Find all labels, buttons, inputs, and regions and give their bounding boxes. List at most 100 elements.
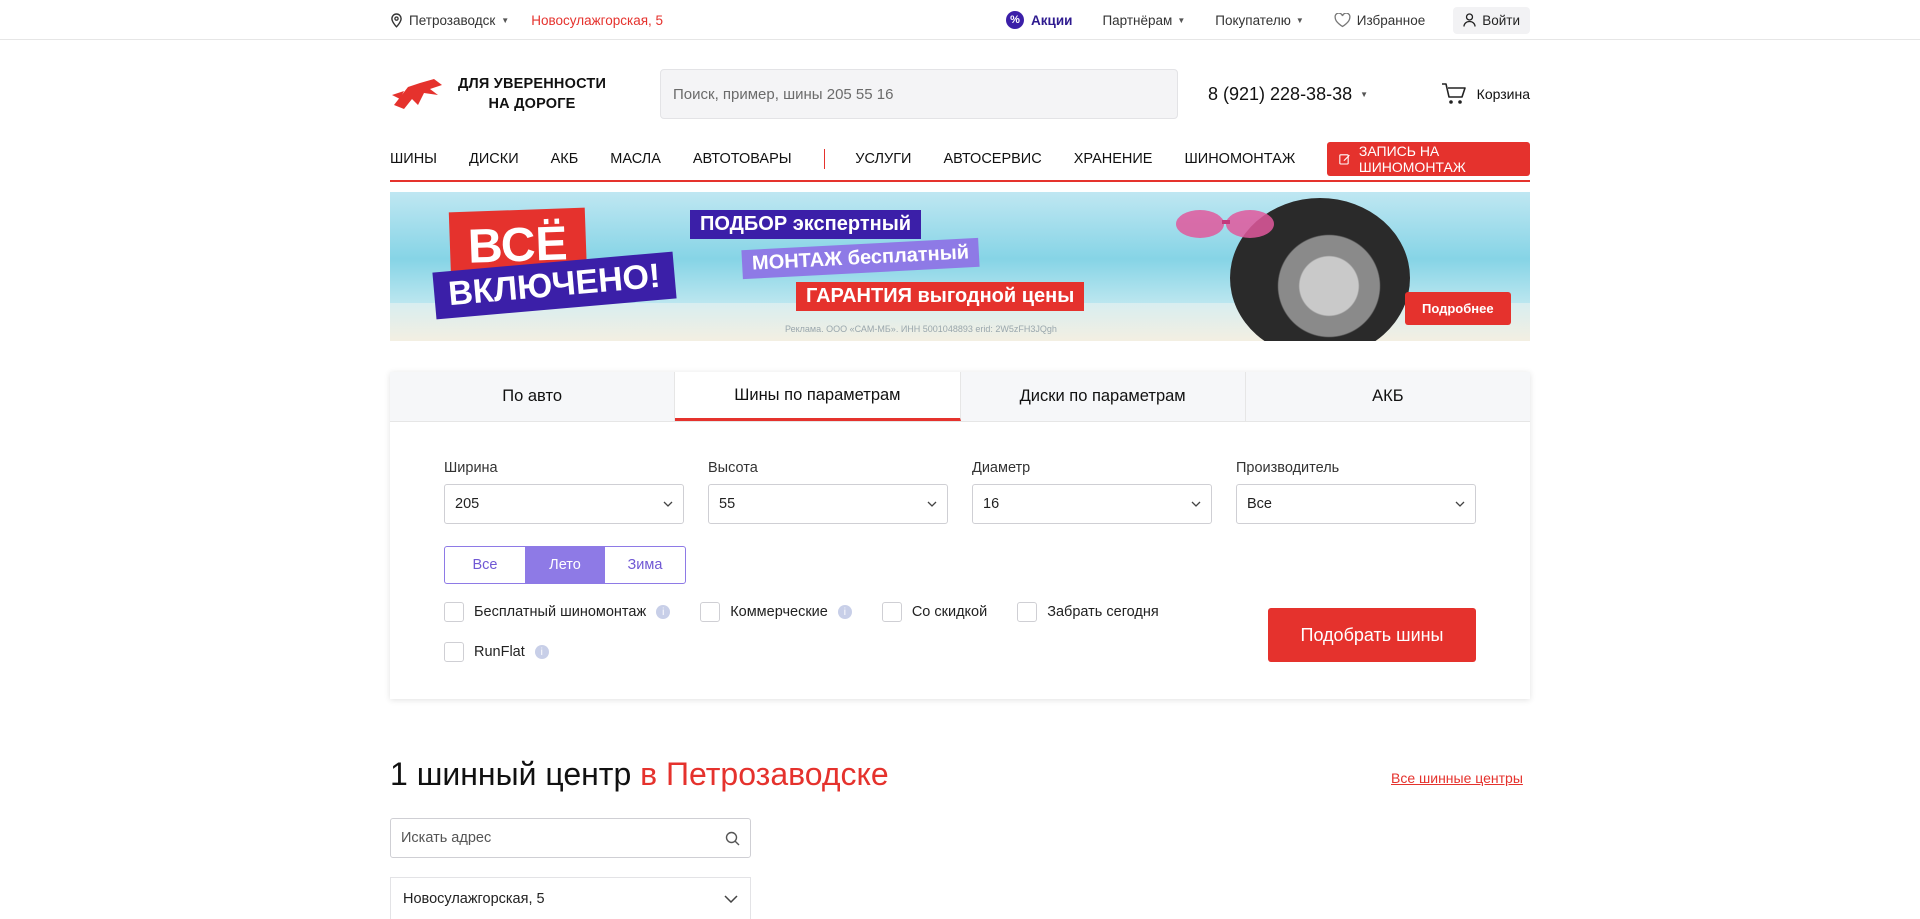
promo-link[interactable]: % Акции bbox=[1006, 11, 1072, 29]
nav-item-tire-fitting[interactable]: ШИНОМОНТАЖ bbox=[1184, 151, 1295, 167]
chevron-down-icon bbox=[927, 501, 937, 507]
book-tire-fitting-button[interactable]: ЗАПИСЬ НА ШИНОМОНТАЖ bbox=[1327, 142, 1530, 176]
checkbox-box[interactable] bbox=[1017, 602, 1038, 622]
chevron-down-icon bbox=[724, 894, 738, 903]
location-pin-icon bbox=[391, 12, 402, 28]
chevron-down-icon: ▼ bbox=[1295, 15, 1304, 25]
book-tire-fitting-label: ЗАПИСЬ НА ШИНОМОНТАЖ bbox=[1358, 143, 1466, 175]
buyers-label: Покупателю bbox=[1215, 12, 1291, 28]
nav-item-autoservice[interactable]: АВТОСЕРВИС bbox=[943, 151, 1041, 167]
maker-value: Все bbox=[1247, 496, 1272, 512]
partners-label: Партнёрам bbox=[1102, 12, 1173, 28]
diameter-select[interactable]: 16 bbox=[972, 484, 1212, 524]
buyers-menu[interactable]: Покупателю ▼ bbox=[1215, 13, 1304, 28]
tab-batteries[interactable]: АКБ bbox=[1246, 372, 1530, 421]
tab-by-car[interactable]: По авто bbox=[390, 372, 676, 421]
banner-tagline-2: МОНТАЖ бесплатный bbox=[741, 237, 980, 280]
all-centers-link[interactable]: Все шинные центры bbox=[1391, 770, 1523, 786]
season-summer[interactable]: Лето bbox=[525, 547, 605, 583]
nav-item-autogoods[interactable]: АВТОТОВАРЫ bbox=[693, 151, 792, 167]
pickup-today-checkbox[interactable]: Забрать сегодня bbox=[1017, 602, 1159, 622]
cart-link[interactable]: Корзина bbox=[1441, 82, 1530, 106]
free-mount-checkbox[interactable]: Бесплатный шиномонтаж i bbox=[444, 602, 671, 622]
search-input[interactable]: Поиск, пример, шины 205 55 16 bbox=[660, 69, 1178, 119]
tab-wheels-by-params[interactable]: Диски по параметрам bbox=[961, 372, 1246, 421]
maker-field: Производитель Все bbox=[1236, 460, 1476, 524]
width-field: Ширина 205 bbox=[444, 460, 684, 524]
logo[interactable]: ДЛЯ УВЕРЕННОСТИ НА ДОРОГЕ bbox=[390, 74, 660, 114]
commercial-checkbox[interactable]: Коммерческие i bbox=[700, 602, 852, 622]
address-search-input[interactable]: Искать адрес bbox=[390, 818, 751, 858]
find-tires-button[interactable]: Подобрать шины bbox=[1268, 608, 1476, 662]
nav-item-storage[interactable]: ХРАНЕНИЕ bbox=[1074, 151, 1153, 167]
diameter-field: Диаметр 16 bbox=[972, 460, 1212, 524]
free-mount-label: Бесплатный шиномонтаж bbox=[474, 604, 647, 620]
height-label: Высота bbox=[708, 460, 758, 476]
info-icon[interactable]: i bbox=[837, 605, 852, 619]
top-bar: Петрозаводск ▼ Новосулажгорская, 5 % Акц… bbox=[0, 0, 1920, 40]
partners-menu[interactable]: Партнёрам ▼ bbox=[1102, 13, 1185, 28]
city-label: Петрозаводск bbox=[409, 12, 496, 28]
logo-line-1: ДЛЯ УВЕРЕННОСТИ bbox=[458, 76, 607, 92]
favorites-label: Избранное bbox=[1356, 12, 1426, 28]
season-winter[interactable]: Зима bbox=[605, 547, 685, 583]
nav-item-batteries[interactable]: АКБ bbox=[551, 151, 579, 167]
store-address-link[interactable]: Новосулажгорская, 5 bbox=[531, 13, 663, 28]
nav-item-oils[interactable]: МАСЛА bbox=[610, 151, 661, 167]
checkbox-box[interactable] bbox=[444, 642, 464, 662]
center-list-item[interactable]: Новосулажгорская, 5 bbox=[390, 877, 751, 919]
info-icon[interactable]: i bbox=[656, 605, 671, 619]
filter-fields: Ширина 205 Высота 55 Диаметр 16 Производ… bbox=[444, 460, 1476, 524]
cart-label: Корзина bbox=[1476, 86, 1530, 102]
tab-tires-by-params[interactable]: Шины по параметрам bbox=[675, 372, 961, 421]
favorites-link[interactable]: Избранное bbox=[1334, 12, 1426, 28]
promo-banner[interactable]: ВСЁ ВКЛЮЧЕНО! ПОДБОР экспертный МОНТАЖ б… bbox=[390, 192, 1530, 341]
runflat-label: RunFlat bbox=[474, 644, 525, 660]
nav-item-tires[interactable]: ШИНЫ bbox=[390, 151, 437, 167]
diameter-label: Диаметр bbox=[972, 460, 1031, 476]
centers-heading-count: 1 шинный центр bbox=[390, 756, 632, 792]
checkbox-box[interactable] bbox=[444, 602, 464, 622]
height-value: 55 bbox=[719, 496, 736, 512]
centers-heading-city: в Петрозаводске bbox=[640, 756, 889, 792]
runflat-checkbox[interactable]: RunFlat i bbox=[444, 642, 549, 662]
nav-item-wheels[interactable]: ДИСКИ bbox=[469, 151, 519, 167]
center-address: Новосулажгорская, 5 bbox=[403, 890, 545, 907]
banner-tagline-1: ПОДБОР экспертный bbox=[690, 210, 922, 239]
height-select[interactable]: 55 bbox=[708, 484, 948, 524]
banner-more-button[interactable]: Подробнее bbox=[1405, 292, 1511, 325]
banner-ad-disclaimer: Реклама. ООО «САМ-МБ». ИНН 5001048893 er… bbox=[785, 324, 1057, 334]
pickup-today-label: Забрать сегодня bbox=[1047, 604, 1159, 620]
logo-text: ДЛЯ УВЕРЕННОСТИ НА ДОРОГЕ bbox=[458, 74, 606, 114]
filter-checkboxes: Бесплатный шиномонтаж i Коммерческие i С… bbox=[444, 602, 1204, 682]
chevron-down-icon bbox=[1455, 501, 1465, 507]
sunglasses-illustration bbox=[1176, 210, 1274, 238]
tire-search-panel: По авто Шины по параметрам Диски по пара… bbox=[390, 372, 1530, 699]
phone-number: 8 (921) 228-38-38 bbox=[1208, 83, 1353, 104]
width-select[interactable]: 205 bbox=[444, 484, 684, 524]
season-all[interactable]: Все bbox=[445, 547, 525, 583]
maker-select[interactable]: Все bbox=[1236, 484, 1476, 524]
search-icon[interactable] bbox=[725, 831, 740, 846]
city-selector[interactable]: Петрозаводск ▼ bbox=[390, 13, 509, 28]
discount-checkbox[interactable]: Со скидкой bbox=[881, 602, 987, 622]
login-button[interactable]: Войти bbox=[1453, 6, 1530, 34]
heart-icon bbox=[1334, 12, 1351, 27]
chevron-down-icon: ▼ bbox=[1177, 15, 1186, 25]
info-icon[interactable]: i bbox=[534, 645, 549, 659]
search-placeholder: Поиск, пример, шины 205 55 16 bbox=[673, 85, 894, 103]
banner-tagline-3: ГАРАНТИЯ выгодной цены bbox=[796, 282, 1085, 311]
nav-item-services[interactable]: УСЛУГИ bbox=[855, 151, 911, 167]
chevron-down-icon bbox=[663, 501, 673, 507]
width-value: 205 bbox=[455, 496, 480, 512]
centers-heading: 1 шинный центр в Петрозаводске bbox=[390, 756, 889, 793]
address-search-placeholder: Искать адрес bbox=[401, 830, 492, 846]
cart-icon bbox=[1441, 83, 1466, 104]
checkbox-box[interactable] bbox=[700, 602, 721, 622]
chevron-down-icon: ▼ bbox=[501, 15, 510, 25]
logo-line-2: НА ДОРОГЕ bbox=[488, 96, 576, 112]
chevron-down-icon: ▼ bbox=[1360, 89, 1369, 99]
checkbox-box[interactable] bbox=[881, 602, 902, 622]
phone-selector[interactable]: 8 (921) 228-38-38 ▼ bbox=[1208, 84, 1368, 105]
user-icon bbox=[1463, 13, 1476, 27]
